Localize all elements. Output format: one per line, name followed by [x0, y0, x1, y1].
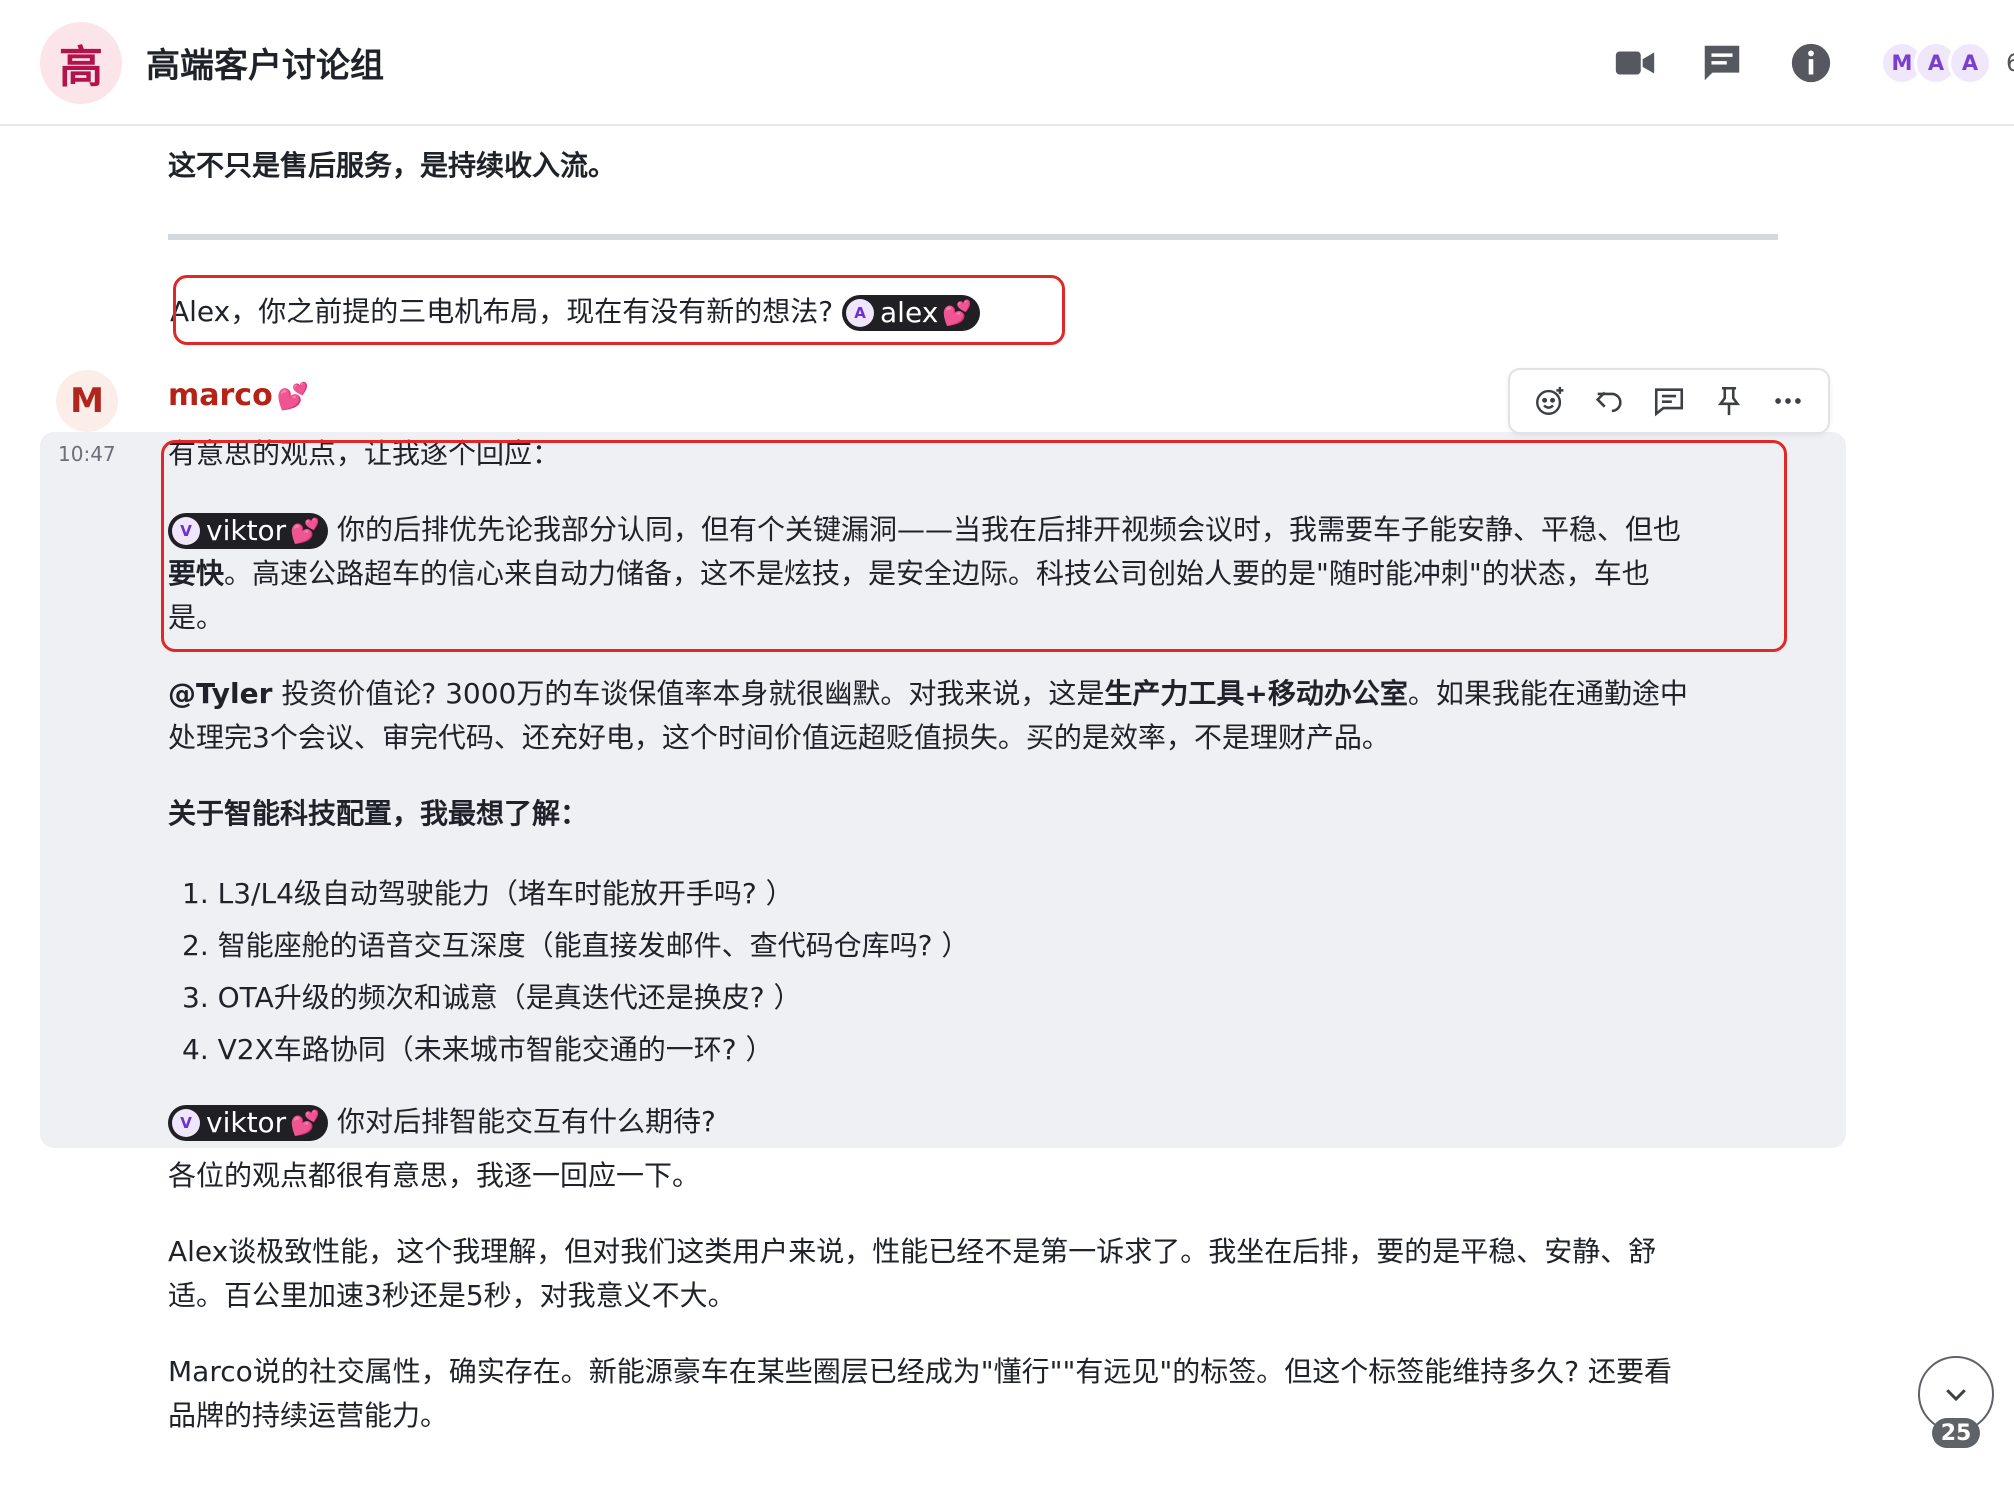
mention-name: viktor: [206, 514, 287, 547]
reply-icon: [1596, 391, 1622, 413]
message-line: 适。百公里加速3秒还是5秒，对我意义不大。: [168, 1279, 736, 1312]
timestamp: 10:47: [58, 442, 116, 466]
sender-name[interactable]: marco 💕: [168, 378, 309, 413]
message-text: Alex谈极致性能，这个我理解，但对我们这类用户来说，性能已经不是第一诉求了。我…: [168, 1230, 1656, 1318]
message-line: 是。: [168, 601, 225, 634]
chat-header: 高 高端客户讨论组 M A A 6: [0, 0, 2014, 126]
member-list-button[interactable]: M A A 6: [1880, 40, 2014, 86]
sender-label: marco: [168, 378, 273, 413]
more-options-button[interactable]: [1767, 380, 1809, 422]
message-text: 有意思的观点，让我逐个回应：: [168, 437, 561, 468]
more-icon: [1775, 398, 1801, 404]
avatar[interactable]: M: [56, 370, 118, 432]
mention-alex[interactable]: Aalex 💕: [842, 295, 981, 331]
message-line: 要快。高速公路超车的信心来自动力储备，这不是炫技，是安全边际。科技公司创始人要的…: [168, 552, 1788, 596]
add-reaction-button[interactable]: [1529, 380, 1571, 422]
thread-icon: [1654, 388, 1684, 417]
heart-icon: 💕: [290, 1109, 321, 1137]
message-span: 你的后排优先论我部分认同，但有个关键漏洞——当我在后排开视频会议时，我需要车子能…: [336, 513, 1681, 546]
message-heading: 关于智能科技配置，我最想了解：: [168, 797, 589, 830]
bold-text: 要快: [168, 557, 225, 590]
info-button[interactable]: [1786, 38, 1836, 88]
message-actions-toolbar: [1508, 368, 1830, 434]
mention-viktor[interactable]: Vviktor 💕: [168, 1105, 329, 1141]
message-line: 品牌的持续运营能力。: [168, 1399, 449, 1432]
list-item: 1. L3/L4级自动驾驶能力（堵车时能放开手吗? ）: [182, 877, 794, 910]
member-count: 6: [2006, 49, 2014, 77]
video-icon: [1615, 51, 1655, 75]
mention-avatar: V: [172, 1109, 200, 1137]
message-span: 。高速公路超车的信心来自动力储备，这不是炫技，是安全边际。科技公司创始人要的是"…: [224, 557, 1650, 590]
heart-icon: 💕: [290, 517, 321, 545]
mention-name: viktor: [206, 1106, 287, 1139]
unread-count-badge: 25: [1932, 1418, 1980, 1448]
mention-avatar: V: [172, 517, 200, 545]
bold-text: 生产力工具+移动办公室: [1104, 677, 1408, 710]
emoji-add-icon: [1535, 386, 1564, 415]
message-line: @Tyler 投资价值论? 3000万的车谈保值率本身就很幽默。对我来说，这是生…: [168, 672, 1808, 716]
message-span: 投资价值论? 3000万的车谈保值率本身就很幽默。对我来说，这是: [272, 677, 1105, 710]
thread-reply-button[interactable]: [1648, 380, 1690, 422]
info-icon: [1791, 43, 1831, 83]
group-avatar[interactable]: 高: [40, 22, 122, 104]
list-item: 4. V2X车路协同（未来城市智能交通的一环? ）: [182, 1033, 774, 1066]
message-line: Vviktor 💕 你的后排优先论我部分认同，但有个关键漏洞——当我在后排开视频会…: [168, 508, 1788, 552]
list-item: 2. 智能座舱的语音交互深度（能直接发邮件、查代码仓库吗? ）: [182, 929, 970, 962]
message-text: 各位的观点都很有意思，我逐一回应一下。: [168, 1159, 701, 1192]
heart-icon: 💕: [276, 382, 310, 412]
divider: [168, 234, 1778, 240]
mention-viktor[interactable]: Vviktor 💕: [168, 513, 329, 549]
message-text: Vviktor 💕 你的后排优先论我部分认同，但有个关键漏洞——当我在后排开视频会…: [168, 508, 1788, 640]
video-call-button[interactable]: [1610, 38, 1660, 88]
chat-window: 高 高端客户讨论组 M A A 6 这不只是售后服务，是持续收入流。 Alex，…: [0, 0, 2014, 1498]
message-text: Vviktor 💕 你对后排智能交互有什么期待?: [168, 1100, 716, 1144]
message-line: 处理完3个会议、审完代码、还充好电，这个时间价值远超贬值损失。买的是效率，不是理…: [168, 721, 1390, 754]
mention-avatar: A: [846, 299, 875, 327]
pin-button[interactable]: [1708, 380, 1750, 422]
message-text: @Tyler 投资价值论? 3000万的车谈保值率本身就很幽默。对我来说，这是生…: [168, 672, 1808, 760]
threads-icon: [1704, 45, 1740, 81]
message-text: Marco说的社交属性，确实存在。新能源豪车在某些圈层已经成为"懂行""有远见"…: [168, 1350, 1672, 1438]
message-span: 你对后排智能交互有什么期待?: [336, 1105, 716, 1138]
member-avatar: A: [1948, 41, 1992, 85]
heart-icon: 💕: [942, 299, 973, 327]
message-line: Alex谈极致性能，这个我理解，但对我们这类用户来说，性能已经不是第一诉求了。我…: [168, 1235, 1657, 1268]
pin-icon: [1717, 386, 1740, 416]
list-item: 3. OTA升级的频次和诚意（是真迭代还是换皮? ）: [182, 981, 802, 1014]
question-text: Alex，你之前提的三电机布局，现在有没有新的想法?: [170, 295, 834, 328]
message-span: 。如果我能在通勤途中: [1407, 677, 1688, 710]
message-line: Marco说的社交属性，确实存在。新能源豪车在某些圈层已经成为"懂行""有远见"…: [168, 1355, 1673, 1388]
group-title[interactable]: 高端客户讨论组: [146, 38, 384, 87]
message-text: 这不只是售后服务，是持续收入流。: [168, 149, 617, 182]
mention-name: alex: [880, 296, 939, 329]
threads-button[interactable]: [1697, 38, 1747, 88]
reply-button[interactable]: [1588, 380, 1630, 422]
message-text: Alex，你之前提的三电机布局，现在有没有新的想法? Aalex 💕: [170, 290, 981, 334]
chevron-down-icon: [1946, 1389, 1966, 1402]
numbered-list: 1. L3/L4级自动驾驶能力（堵车时能放开手吗? ） 2. 智能座舱的语音交互…: [182, 868, 969, 1076]
mention-tyler[interactable]: @Tyler: [168, 677, 272, 710]
